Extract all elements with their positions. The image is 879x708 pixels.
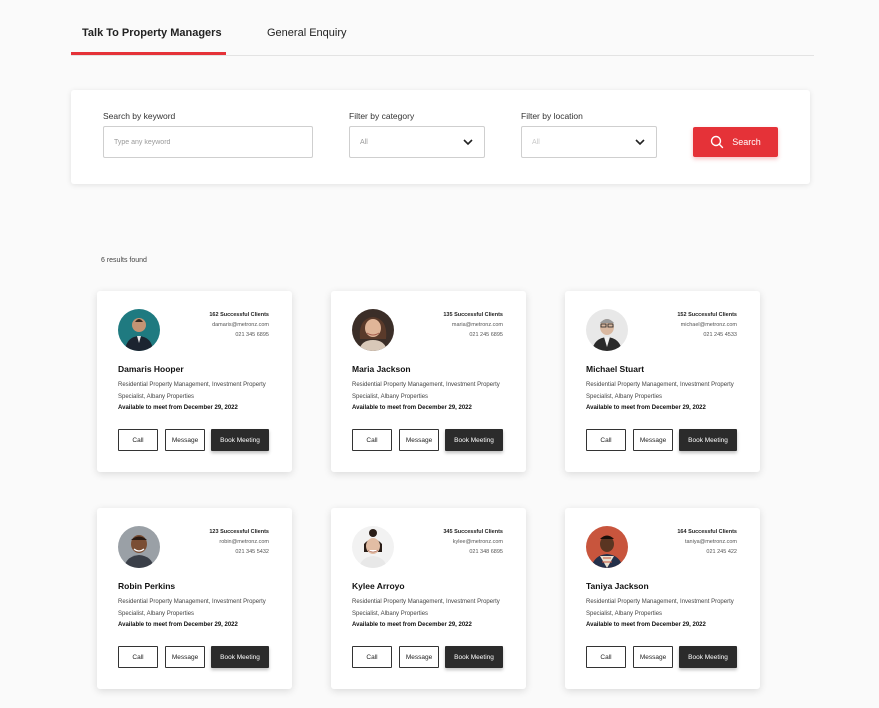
- message-button[interactable]: Message: [399, 646, 439, 668]
- phone: 021 245 6895: [469, 332, 503, 338]
- manager-role: Residential Property Management, Investm…: [352, 597, 512, 632]
- keyword-field-wrapper: [103, 126, 313, 158]
- book-meeting-button[interactable]: Book Meeting: [445, 646, 503, 668]
- book-meeting-button[interactable]: Book Meeting: [445, 429, 503, 451]
- filter-panel: Search by keyword Filter by category All…: [71, 90, 810, 184]
- phone: 021 348 6895: [469, 549, 503, 555]
- tab-bar: Talk To Property Managers General Enquir…: [71, 0, 814, 56]
- contact-info: 152 Successful Clients michael@metronz.c…: [677, 310, 737, 340]
- contact-info: 164 Successful Clients taniya@metronz.co…: [677, 527, 737, 557]
- call-button[interactable]: Call: [352, 646, 392, 668]
- category-select[interactable]: All: [349, 126, 485, 158]
- avatar: [118, 526, 160, 568]
- role-text: Residential Property Management, Investm…: [118, 599, 266, 617]
- successful-clients: 123 Successful Clients: [209, 529, 269, 535]
- book-meeting-button[interactable]: Book Meeting: [211, 429, 269, 451]
- location-label: Filter by location: [521, 111, 583, 121]
- email: maria@metronz.com: [451, 322, 503, 328]
- call-button[interactable]: Call: [352, 429, 392, 451]
- email: damaris@metronz.com: [212, 322, 269, 328]
- successful-clients: 345 Successful Clients: [443, 529, 503, 535]
- message-button[interactable]: Message: [165, 429, 205, 451]
- call-button[interactable]: Call: [586, 429, 626, 451]
- book-meeting-button[interactable]: Book Meeting: [211, 646, 269, 668]
- manager-card: 135 Successful Clients maria@metronz.com…: [331, 291, 526, 472]
- phone: 021 345 5432: [235, 549, 269, 555]
- successful-clients: 164 Successful Clients: [677, 529, 737, 535]
- call-button[interactable]: Call: [118, 646, 158, 668]
- category-label: Filter by category: [349, 111, 415, 121]
- call-button[interactable]: Call: [118, 429, 158, 451]
- search-button-label: Search: [732, 137, 761, 147]
- contact-info: 135 Successful Clients maria@metronz.com…: [443, 310, 503, 340]
- chevron-down-icon: [463, 139, 473, 146]
- phone: 021 245 4533: [703, 332, 737, 338]
- avatar: [118, 309, 160, 351]
- role-text: Residential Property Management, Investm…: [586, 382, 734, 400]
- phone: 021 345 6895: [235, 332, 269, 338]
- role-text: Residential Property Management, Investm…: [352, 599, 500, 617]
- book-meeting-button[interactable]: Book Meeting: [679, 429, 737, 451]
- keyword-label: Search by keyword: [103, 111, 176, 121]
- availability: Available to meet from December 29, 2022: [118, 405, 238, 411]
- avatar: [352, 309, 394, 351]
- manager-role: Residential Property Management, Investm…: [352, 380, 512, 415]
- avatar: [352, 526, 394, 568]
- availability: Available to meet from December 29, 2022: [586, 622, 706, 628]
- role-text: Residential Property Management, Investm…: [352, 382, 500, 400]
- location-select-value: All: [532, 138, 540, 146]
- contact-info: 162 Successful Clients damaris@metronz.c…: [209, 310, 269, 340]
- message-button[interactable]: Message: [399, 429, 439, 451]
- contact-info: 123 Successful Clients robin@metronz.com…: [209, 527, 269, 557]
- search-button[interactable]: Search: [693, 127, 778, 157]
- manager-name: Michael Stuart: [586, 364, 645, 374]
- message-button[interactable]: Message: [633, 429, 673, 451]
- tab-general-enquiry[interactable]: General Enquiry: [267, 27, 347, 39]
- manager-card: 152 Successful Clients michael@metronz.c…: [565, 291, 760, 472]
- manager-name: Maria Jackson: [352, 364, 411, 374]
- tab-talk-to-property-managers[interactable]: Talk To Property Managers: [82, 27, 222, 39]
- book-meeting-button[interactable]: Book Meeting: [679, 646, 737, 668]
- role-text: Residential Property Management, Investm…: [586, 599, 734, 617]
- availability: Available to meet from December 29, 2022: [586, 405, 706, 411]
- role-text: Residential Property Management, Investm…: [118, 382, 266, 400]
- call-button[interactable]: Call: [586, 646, 626, 668]
- successful-clients: 162 Successful Clients: [209, 312, 269, 318]
- manager-card: 345 Successful Clients kylee@metronz.com…: [331, 508, 526, 689]
- chevron-down-icon: [635, 139, 645, 146]
- manager-card: 162 Successful Clients damaris@metronz.c…: [97, 291, 292, 472]
- email: kylee@metronz.com: [452, 539, 503, 545]
- manager-card: 123 Successful Clients robin@metronz.com…: [97, 508, 292, 689]
- manager-card: 164 Successful Clients taniya@metronz.co…: [565, 508, 760, 689]
- availability: Available to meet from December 29, 2022: [352, 405, 472, 411]
- manager-name: Damaris Hooper: [118, 364, 184, 374]
- results-count: 6 results found: [101, 257, 147, 264]
- availability: Available to meet from December 29, 2022: [352, 622, 472, 628]
- manager-name: Taniya Jackson: [586, 581, 649, 591]
- avatar: [586, 526, 628, 568]
- manager-role: Residential Property Management, Investm…: [118, 597, 278, 632]
- phone: 021 245 422: [706, 549, 737, 555]
- manager-role: Residential Property Management, Investm…: [586, 597, 746, 632]
- location-select[interactable]: All: [521, 126, 657, 158]
- active-tab-indicator: [71, 52, 226, 55]
- email: taniya@metronz.com: [684, 539, 737, 545]
- message-button[interactable]: Message: [165, 646, 205, 668]
- avatar: [586, 309, 628, 351]
- contact-info: 345 Successful Clients kylee@metronz.com…: [443, 527, 503, 557]
- successful-clients: 135 Successful Clients: [443, 312, 503, 318]
- manager-name: Robin Perkins: [118, 581, 176, 591]
- manager-role: Residential Property Management, Investm…: [586, 380, 746, 415]
- manager-name: Kylee Arroyo: [352, 581, 405, 591]
- category-select-value: All: [360, 138, 368, 146]
- availability: Available to meet from December 29, 2022: [118, 622, 238, 628]
- keyword-search-input[interactable]: [114, 138, 302, 146]
- successful-clients: 152 Successful Clients: [677, 312, 737, 318]
- email: robin@metronz.com: [219, 539, 269, 545]
- manager-role: Residential Property Management, Investm…: [118, 380, 278, 415]
- message-button[interactable]: Message: [633, 646, 673, 668]
- search-icon: [711, 135, 724, 149]
- email: michael@metronz.com: [680, 322, 737, 328]
